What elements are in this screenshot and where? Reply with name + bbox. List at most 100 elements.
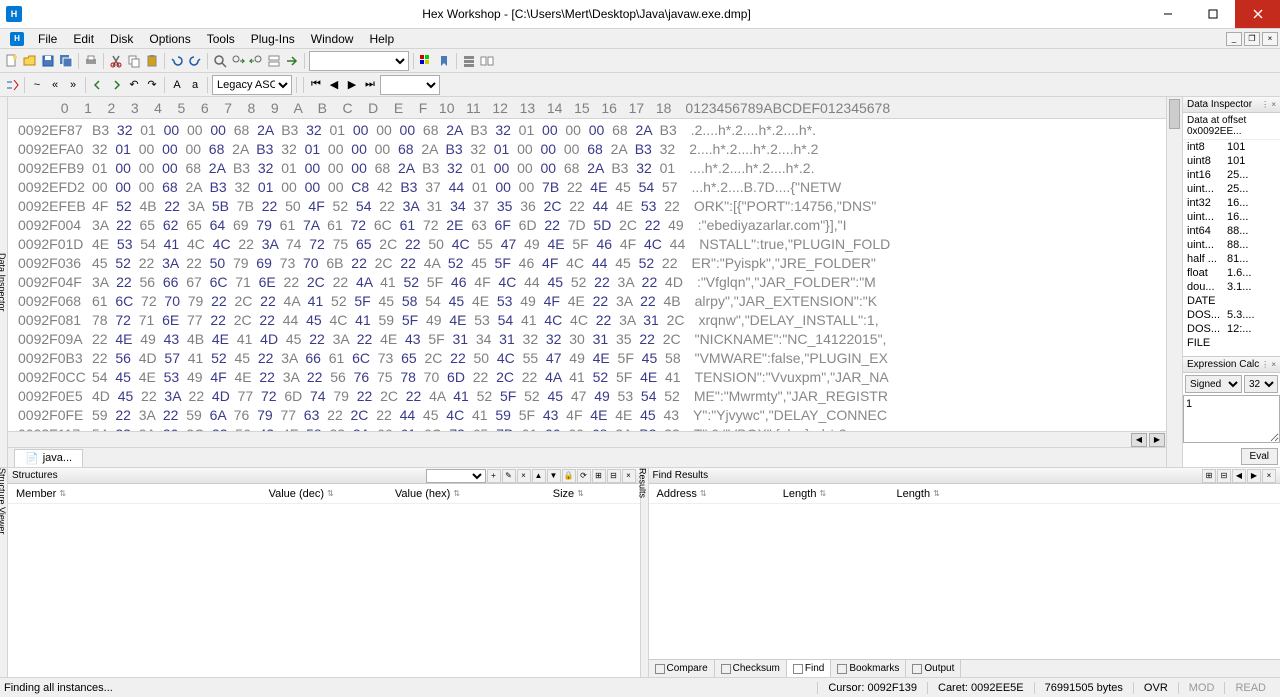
hex-row[interactable]: 0092F06861 6C 72 70 79 22 2C 22 4A 41 52… bbox=[18, 292, 1156, 311]
hex-row[interactable]: 0092F0FE59 22 3A 22 59 6A 76 79 77 63 22… bbox=[18, 406, 1156, 425]
uppercase-button[interactable]: A bbox=[169, 77, 185, 93]
find-prev-button[interactable] bbox=[248, 53, 264, 69]
struct-expand-button[interactable]: ⊞ bbox=[592, 469, 606, 483]
di-row[interactable]: uint...25... bbox=[1183, 182, 1280, 196]
mdi-restore-button[interactable]: ❐ bbox=[1244, 32, 1260, 46]
hex-row[interactable]: 0092F09A22 4E 49 43 4B 4E 41 4D 45 22 3A… bbox=[18, 330, 1156, 349]
hex-row[interactable]: 0092F0B322 56 4D 57 41 52 45 22 3A 66 61… bbox=[18, 349, 1156, 368]
hex-row[interactable]: 0092EFD200 00 00 68 2A B3 32 01 00 00 00… bbox=[18, 178, 1156, 197]
menu-help[interactable]: Help bbox=[361, 30, 402, 48]
menu-plug-ins[interactable]: Plug-Ins bbox=[243, 30, 303, 48]
di-row[interactable]: DOS...5.3.... bbox=[1183, 308, 1280, 322]
nav-prev-button[interactable]: ◀ bbox=[326, 77, 342, 93]
color-map-button[interactable] bbox=[418, 53, 434, 69]
maximize-button[interactable] bbox=[1190, 0, 1235, 28]
nav-next-button[interactable]: ▶ bbox=[344, 77, 360, 93]
fr-col-2[interactable]: Length ⇅ bbox=[888, 484, 1002, 503]
shift-left-button[interactable]: « bbox=[47, 77, 63, 93]
bookmark-button[interactable] bbox=[436, 53, 452, 69]
hex-row[interactable]: 0092EFB901 00 00 00 68 2A B3 32 01 00 00… bbox=[18, 159, 1156, 178]
di-row[interactable]: int8101 bbox=[1183, 140, 1280, 154]
fr-col-0[interactable]: Address ⇅ bbox=[649, 484, 775, 503]
di-row[interactable]: DOS...12:... bbox=[1183, 322, 1280, 336]
menu-window[interactable]: Window bbox=[303, 30, 362, 48]
undo-button[interactable] bbox=[169, 53, 185, 69]
di-row[interactable]: uint...16... bbox=[1183, 210, 1280, 224]
structures-button[interactable] bbox=[461, 53, 477, 69]
hex-row[interactable]: 0092F0CC54 45 4E 53 49 4F 4E 22 3A 22 56… bbox=[18, 368, 1156, 387]
struct-edit-button[interactable]: ✎ bbox=[502, 469, 516, 483]
block-shift-left-button[interactable] bbox=[90, 77, 106, 93]
expr-input[interactable]: 1 bbox=[1183, 395, 1280, 443]
scroll-thumb[interactable] bbox=[1169, 99, 1180, 129]
open-button[interactable] bbox=[22, 53, 38, 69]
hex-row[interactable]: 0092F11754 22 3A 30 2C 22 56 42 4F 58 22… bbox=[18, 425, 1156, 431]
hex-row[interactable]: 0092F03645 52 22 3A 22 50 79 69 73 70 6B… bbox=[18, 254, 1156, 273]
struct-select[interactable] bbox=[426, 469, 486, 483]
cut-button[interactable] bbox=[108, 53, 124, 69]
save-all-button[interactable] bbox=[58, 53, 74, 69]
redo-button[interactable] bbox=[187, 53, 203, 69]
di-row[interactable]: int1625... bbox=[1183, 168, 1280, 182]
di-row[interactable]: uint8101 bbox=[1183, 154, 1280, 168]
hex-body[interactable]: 0092EF87B3 32 01 00 00 00 68 2A B3 32 01… bbox=[8, 119, 1166, 431]
offset-select[interactable] bbox=[309, 51, 409, 71]
save-button[interactable] bbox=[40, 53, 56, 69]
goto-button[interactable] bbox=[284, 53, 300, 69]
hex-row[interactable]: 0092EF87B3 32 01 00 00 00 68 2A B3 32 01… bbox=[18, 121, 1156, 140]
rotate-right-button[interactable]: ↷ bbox=[144, 77, 160, 93]
fr-col-1[interactable]: Length ⇅ bbox=[775, 484, 889, 503]
print-button[interactable] bbox=[83, 53, 99, 69]
expr-mode-select[interactable]: Signed bbox=[1185, 375, 1242, 393]
fr-tab-output[interactable]: Output bbox=[906, 660, 961, 677]
nav-select[interactable] bbox=[380, 75, 440, 95]
lowercase-button[interactable]: a bbox=[187, 77, 203, 93]
hex-row[interactable]: 0092F01D4E 53 54 41 4C 4C 22 3A 74 72 75… bbox=[18, 235, 1156, 254]
fr-btn3[interactable]: ◀ bbox=[1232, 469, 1246, 483]
menu-tools[interactable]: Tools bbox=[199, 30, 243, 48]
nav-first-button[interactable]: ⏮ bbox=[308, 77, 324, 93]
struct-lock-button[interactable]: 🔒 bbox=[562, 469, 576, 483]
struct-down-button[interactable]: ▼ bbox=[547, 469, 561, 483]
struct-up-button[interactable]: ▲ bbox=[532, 469, 546, 483]
nav-last-button[interactable]: ⏭ bbox=[362, 77, 378, 93]
flip-button[interactable] bbox=[4, 77, 20, 93]
encoding-select[interactable]: Legacy ASC bbox=[212, 75, 292, 95]
scroll-left-icon[interactable]: ◀ bbox=[1131, 433, 1147, 447]
hex-row[interactable]: 0092F08178 72 71 6E 77 22 2C 22 44 45 4C… bbox=[18, 311, 1156, 330]
fr-btn4[interactable]: ▶ bbox=[1247, 469, 1261, 483]
hex-row[interactable]: 0092F04F3A 22 56 66 67 6C 71 6E 22 2C 22… bbox=[18, 273, 1156, 292]
hex-row[interactable]: 0092F0E54D 45 22 3A 22 4D 77 72 6D 74 79… bbox=[18, 387, 1156, 406]
struct-collapse-button[interactable]: ⊟ bbox=[607, 469, 621, 483]
replace-button[interactable] bbox=[266, 53, 282, 69]
di-row[interactable]: DATE bbox=[1183, 294, 1280, 308]
hex-row[interactable]: 0092F0043A 22 65 62 65 64 69 79 61 7A 61… bbox=[18, 216, 1156, 235]
di-row[interactable]: FILE bbox=[1183, 336, 1280, 350]
struct-col-valuedec[interactable]: Value (dec) ⇅ bbox=[261, 484, 387, 503]
menu-file[interactable]: File bbox=[30, 30, 65, 48]
block-shift-right-button[interactable] bbox=[108, 77, 124, 93]
inverse-button[interactable]: ~ bbox=[29, 77, 45, 93]
fr-close-button[interactable]: × bbox=[1262, 469, 1276, 483]
scroll-right-icon[interactable]: ▶ bbox=[1149, 433, 1165, 447]
di-row[interactable]: dou...3.1... bbox=[1183, 280, 1280, 294]
hex-row[interactable]: 0092EFA032 01 00 00 00 68 2A B3 32 01 00… bbox=[18, 140, 1156, 159]
fr-tab-bookmarks[interactable]: Bookmarks bbox=[831, 660, 906, 677]
paste-button[interactable] bbox=[144, 53, 160, 69]
fr-tab-find[interactable]: Find bbox=[787, 660, 831, 677]
struct-close-button[interactable]: × bbox=[622, 469, 636, 483]
fr-btn2[interactable]: ⊟ bbox=[1217, 469, 1231, 483]
shift-right-button[interactable]: » bbox=[65, 77, 81, 93]
expr-bits-select[interactable]: 32 bbox=[1244, 375, 1278, 393]
fr-btn1[interactable]: ⊞ bbox=[1202, 469, 1216, 483]
di-row[interactable]: float1.6... bbox=[1183, 266, 1280, 280]
eval-button[interactable]: Eval bbox=[1241, 448, 1278, 465]
close-button[interactable] bbox=[1235, 0, 1280, 28]
hex-row[interactable]: 0092EFEB4F 52 4B 22 3A 5B 7B 22 50 4F 52… bbox=[18, 197, 1156, 216]
menu-disk[interactable]: Disk bbox=[102, 30, 141, 48]
di-row[interactable]: int6488... bbox=[1183, 224, 1280, 238]
menu-edit[interactable]: Edit bbox=[65, 30, 102, 48]
struct-del-button[interactable]: × bbox=[517, 469, 531, 483]
compare-button[interactable] bbox=[479, 53, 495, 69]
di-row[interactable]: half ...81... bbox=[1183, 252, 1280, 266]
